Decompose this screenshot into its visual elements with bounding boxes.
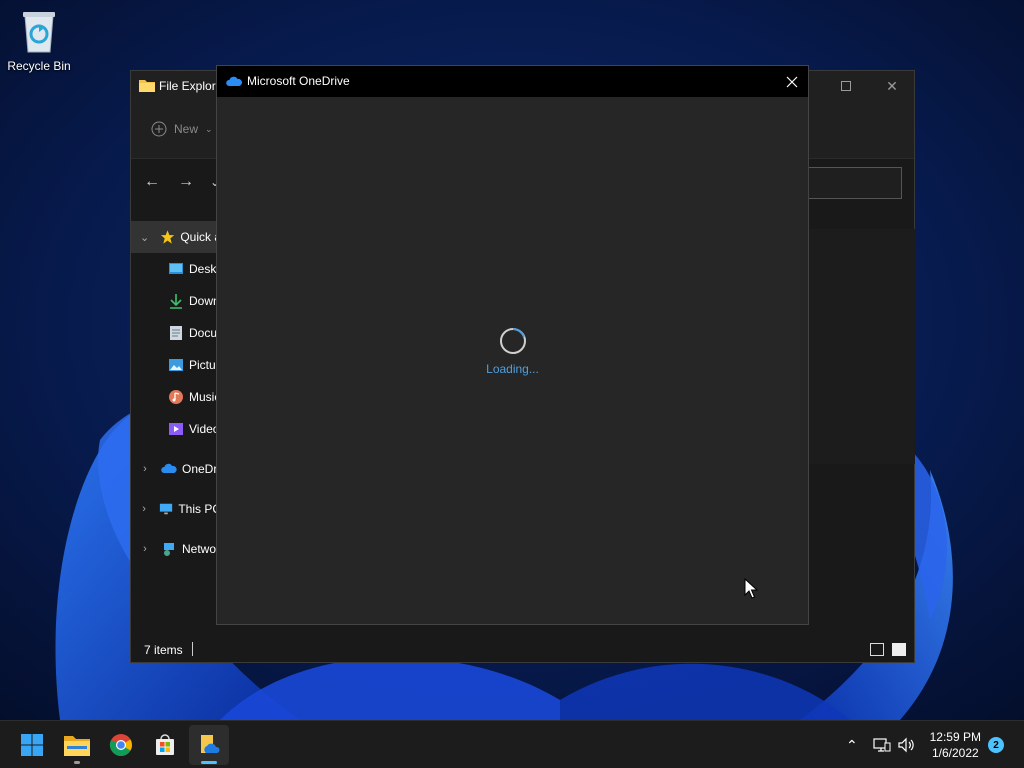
sidebar-item-label: Docu [189, 326, 218, 340]
show-hidden-icons-button[interactable]: ⌃ [846, 721, 858, 768]
content-pane [809, 229, 915, 464]
sidebar-item-label: This PC [178, 502, 221, 516]
maximize-button[interactable] [823, 71, 869, 101]
running-indicator [74, 761, 80, 764]
chevron-up-icon: ⌃ [846, 736, 858, 753]
explorer-statusbar: 7 items [131, 638, 914, 662]
chrome-icon [109, 734, 132, 756]
explorer-title: File Explore [159, 79, 223, 93]
videos-icon [169, 423, 183, 435]
chevron-down-icon: ⌄ [205, 123, 213, 134]
sidebar-item-label: Video [189, 422, 220, 436]
sidebar-item-quick-access[interactable]: ⌄ Quick a [131, 221, 221, 253]
forward-arrow-icon[interactable]: → [178, 173, 194, 191]
star-icon [161, 230, 175, 244]
pictures-icon [169, 359, 183, 371]
back-arrow-icon[interactable]: ← [144, 173, 160, 191]
network-status-icon [873, 738, 891, 752]
sidebar-item-label: Pictu [189, 358, 216, 372]
recycle-bin-label: Recycle Bin [7, 59, 71, 73]
onedrive-titlebar[interactable]: Microsoft OneDrive [217, 66, 808, 97]
windows-start-icon [21, 734, 43, 756]
close-icon [786, 76, 798, 87]
new-button-label: New [174, 122, 199, 136]
file-explorer-icon [64, 736, 90, 756]
taskbar-clock[interactable]: 12:59 PM 1/6/2022 [930, 729, 981, 761]
onedrive-cloud-icon [161, 463, 177, 473]
onedrive-setup-icon [201, 735, 220, 753]
maximize-icon [841, 81, 851, 91]
details-view-icon[interactable] [870, 643, 884, 656]
active-indicator [201, 761, 217, 764]
sidebar-item-this-pc[interactable]: › This PC [131, 493, 221, 525]
chevron-right-icon[interactable]: › [138, 543, 152, 555]
network-icon [164, 543, 174, 556]
clock-date: 1/6/2022 [931, 746, 979, 760]
recycle-bin-icon [23, 12, 55, 53]
this-pc-icon [160, 503, 173, 515]
onedrive-title: Microsoft OneDrive [247, 74, 350, 88]
loading-text: Loading... [486, 362, 539, 376]
sidebar-item-downloads[interactable]: Down [131, 285, 221, 317]
new-button[interactable]: New ⌄ [151, 121, 213, 137]
sidebar-item-label: Quick a [180, 230, 221, 244]
sidebar-item-label: Netwo [182, 542, 217, 556]
recycle-bin-desktop-icon[interactable]: Recycle Bin [4, 8, 74, 73]
sidebar-item-desktop[interactable]: Deskt [131, 253, 221, 285]
chevron-down-icon[interactable]: ⌄ [138, 231, 151, 244]
plus-circle-icon [151, 121, 167, 137]
start-button[interactable] [12, 725, 52, 765]
taskbar-file-explorer[interactable] [57, 725, 97, 765]
status-divider [192, 642, 193, 656]
music-icon [169, 390, 183, 404]
onedrive-window[interactable]: Microsoft OneDrive Loading... [216, 65, 809, 625]
search-input[interactable] [807, 167, 902, 199]
chevron-right-icon[interactable]: › [138, 503, 150, 515]
item-count: 7 items [144, 643, 183, 657]
close-button[interactable]: ✕ [869, 71, 915, 101]
notification-badge[interactable]: 2 [988, 737, 1004, 753]
document-icon [170, 326, 182, 340]
volume-icon [898, 737, 914, 753]
navigation-pane: ⌄ Quick a Deskt Down Docu Pictu Music Vi… [131, 221, 221, 565]
download-icon [170, 294, 182, 309]
network-status-button[interactable] [873, 721, 891, 768]
clock-time: 12:59 PM [929, 730, 981, 744]
taskbar-onedrive-setup[interactable] [189, 725, 229, 765]
sidebar-item-network[interactable]: › Netwo [131, 533, 221, 565]
mouse-cursor-icon [744, 578, 758, 599]
sidebar-item-onedrive[interactable]: › OneDri [131, 453, 221, 485]
sidebar-item-documents[interactable]: Docu [131, 317, 221, 349]
close-icon: ✕ [886, 77, 898, 94]
microsoft-store-icon [156, 734, 174, 755]
onedrive-cloud-icon [226, 76, 242, 86]
sidebar-item-music[interactable]: Music [131, 381, 221, 413]
taskbar-microsoft-store[interactable] [145, 725, 185, 765]
sidebar-item-label: OneDri [182, 462, 221, 476]
sidebar-item-pictures[interactable]: Pictu [131, 349, 221, 381]
sidebar-item-videos[interactable]: Video [131, 413, 221, 445]
desktop-folder-icon [169, 263, 183, 274]
taskbar: ⌃ 12:59 PM 1/6/2022 2 [0, 720, 1024, 768]
volume-button[interactable] [897, 721, 915, 768]
close-button[interactable] [776, 66, 808, 97]
taskbar-chrome[interactable] [101, 725, 141, 765]
folder-icon [139, 80, 155, 92]
chevron-right-icon[interactable]: › [138, 463, 152, 475]
large-icons-view-icon[interactable] [892, 643, 906, 656]
loading-spinner-icon [500, 328, 526, 354]
